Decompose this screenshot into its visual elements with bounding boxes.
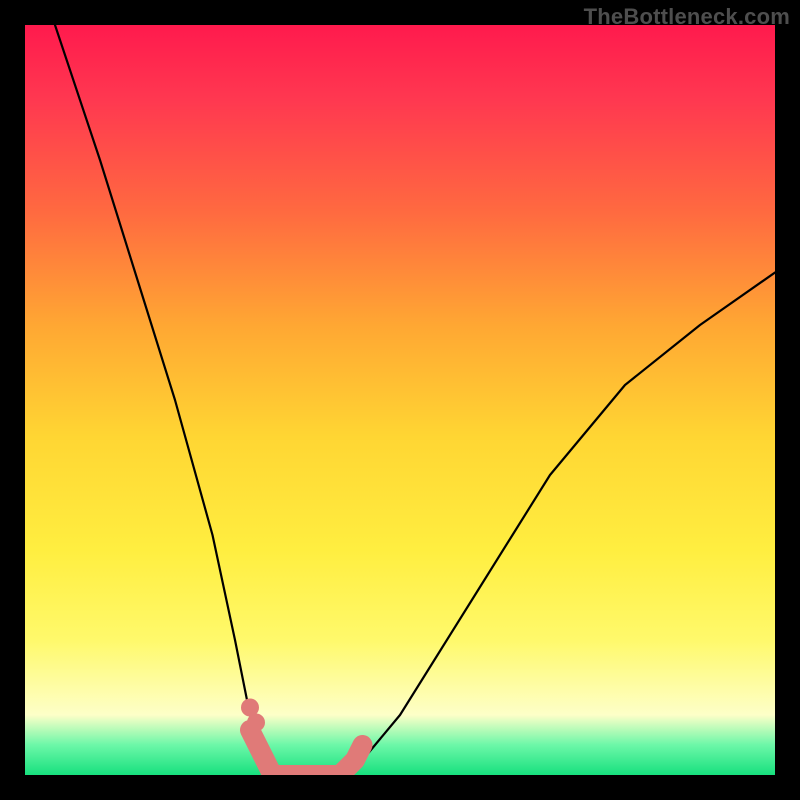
bottleneck-curve	[55, 25, 775, 775]
plot-area	[25, 25, 775, 775]
highlight-stroke	[250, 730, 363, 775]
curve-layer	[25, 25, 775, 775]
watermark-text: TheBottleneck.com	[584, 4, 790, 30]
highlight-markers	[241, 699, 363, 776]
highlight-dot	[247, 714, 265, 732]
chart-stage: TheBottleneck.com	[0, 0, 800, 800]
